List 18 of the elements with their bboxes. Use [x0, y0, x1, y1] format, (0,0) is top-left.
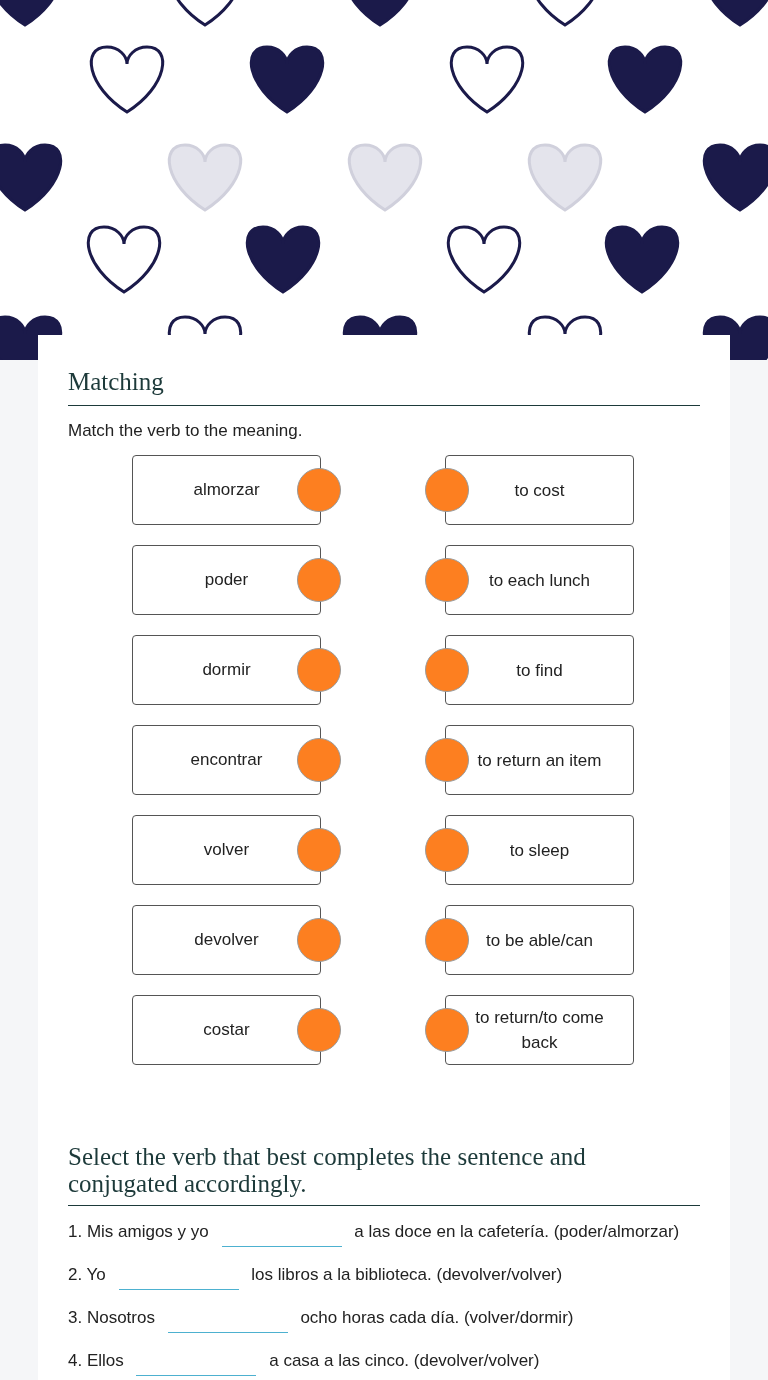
sentence-text: 3. Nosotros — [68, 1308, 155, 1328]
match-meaning-card: to find — [445, 635, 634, 705]
sentence-text: los libros a la biblioteca. (devolver/volver) — [251, 1265, 563, 1284]
section-title: Matching — [68, 363, 700, 406]
match-meaning-card: to sleep — [445, 815, 634, 885]
sentence-text: 4. Ellos — [68, 1351, 124, 1371]
sentence-text: 1. Mis amigos y yo — [68, 1222, 209, 1241]
instruction-text: Match the verb to the meaning. — [68, 419, 304, 442]
sentence-text: 2. Yo — [68, 1265, 106, 1284]
sentence-text: a casa a las cinco. (devolver/volver) — [269, 1351, 540, 1371]
section-title: Select the verb that best completes the sentence and conjugated accordingly. — [68, 1143, 700, 1206]
sentence-text: ocho horas cada día. (volver/dormir) — [300, 1308, 574, 1328]
match-meaning-card: to return/to come back — [445, 995, 634, 1065]
match-meaning-card: to cost — [445, 455, 634, 525]
sentence-text: a las doce en la cafetería. (poder/almorzar) — [354, 1222, 680, 1241]
match-meaning-card: to return an item — [445, 725, 634, 795]
match-meaning-card: to each lunch — [445, 545, 634, 615]
match-meaning-card: to be able/can — [445, 905, 634, 975]
